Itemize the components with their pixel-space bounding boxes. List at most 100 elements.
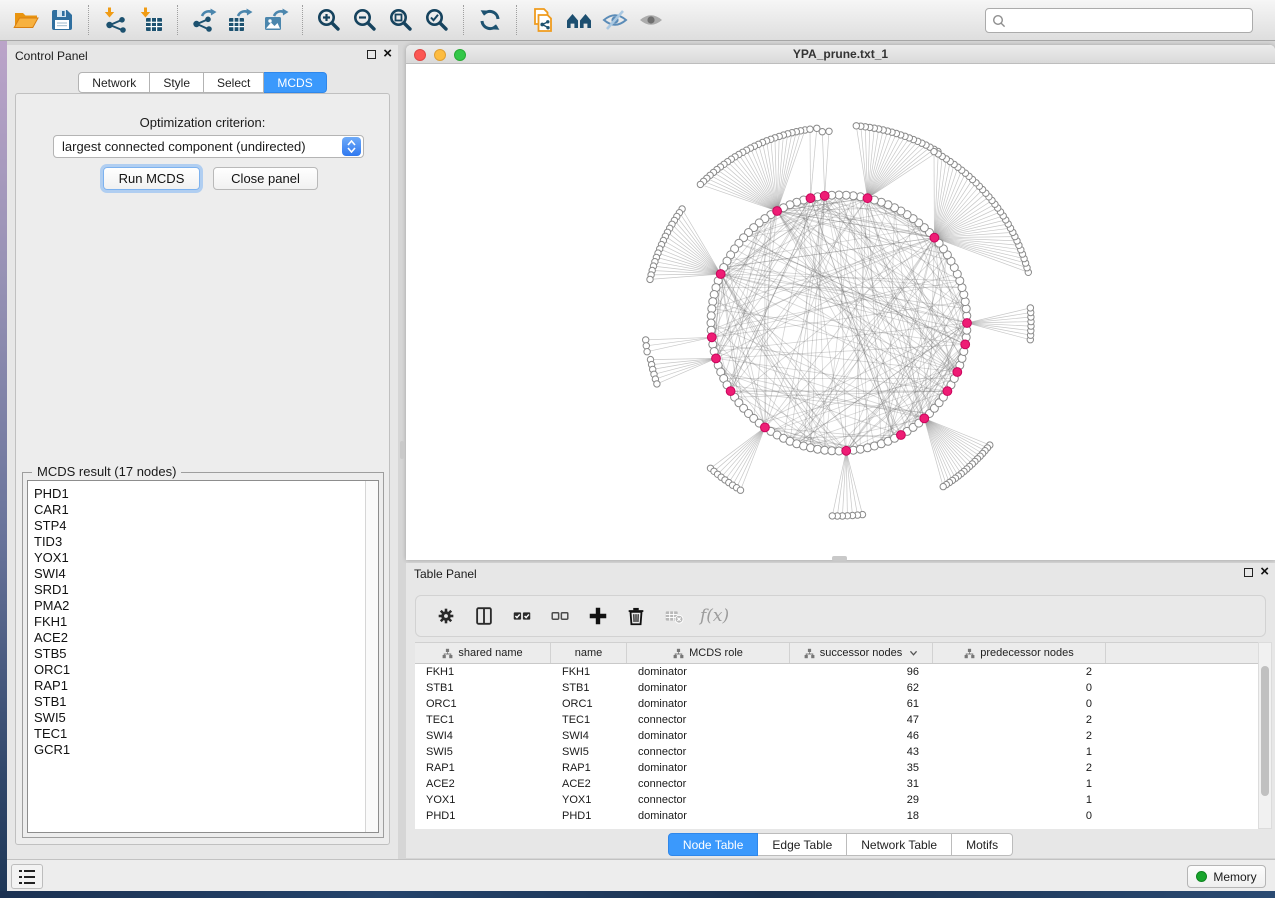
table-row[interactable]: SWI4SWI4dominator462 <box>415 728 1258 744</box>
mcds-result-item[interactable]: STB5 <box>34 646 378 662</box>
column-header-predecessor-nodes[interactable]: predecessor nodes <box>933 643 1106 663</box>
mcds-hub-node[interactable] <box>930 233 939 242</box>
sort-chevron-icon[interactable] <box>909 650 918 657</box>
table-row[interactable]: RAP1RAP1dominator352 <box>415 760 1258 776</box>
zoom-out-button[interactable] <box>347 3 383 37</box>
table-row[interactable]: STB1STB1dominator620 <box>415 680 1258 696</box>
refresh-layout-button[interactable] <box>472 3 508 37</box>
mcds-result-item[interactable]: SRD1 <box>34 582 378 598</box>
import-network-button[interactable] <box>97 3 133 37</box>
mcds-hub-node[interactable] <box>806 194 815 203</box>
table-cell[interactable]: ORC1 <box>415 698 551 710</box>
table-cell[interactable]: 61 <box>790 698 933 710</box>
close-window-icon[interactable] <box>414 49 426 61</box>
table-settings-button[interactable] <box>432 602 460 630</box>
zoom-selected-button[interactable] <box>419 3 455 37</box>
mcds-result-item[interactable]: TID3 <box>34 534 378 550</box>
table-cell[interactable]: FKH1 <box>551 666 627 678</box>
mcds-hub-node[interactable] <box>953 368 962 377</box>
table-cell[interactable]: 29 <box>790 794 933 806</box>
run-mcds-button[interactable]: Run MCDS <box>103 167 200 190</box>
table-cell[interactable]: RAP1 <box>415 762 551 774</box>
criterion-dropdown[interactable]: largest connected component (undirected) <box>53 135 364 158</box>
tab-mcds[interactable]: MCDS <box>264 72 326 93</box>
add-column-button[interactable] <box>584 602 612 630</box>
tab-network-table[interactable]: Network Table <box>847 833 952 856</box>
table-cell[interactable]: TEC1 <box>551 714 627 726</box>
mcds-result-item[interactable]: STB1 <box>34 694 378 710</box>
import-table-button[interactable] <box>133 3 169 37</box>
table-row[interactable]: ACE2ACE2connector311 <box>415 776 1258 792</box>
table-cell[interactable]: 2 <box>933 714 1106 726</box>
table-cell[interactable]: 96 <box>790 666 933 678</box>
table-cell[interactable]: ORC1 <box>551 698 627 710</box>
table-cell[interactable]: YOX1 <box>415 794 551 806</box>
table-cell[interactable]: connector <box>627 714 790 726</box>
close-panel-button[interactable]: Close panel <box>213 167 318 190</box>
satellite-node[interactable] <box>644 349 650 355</box>
table-cell[interactable]: RAP1 <box>551 762 627 774</box>
mcds-result-item[interactable]: CAR1 <box>34 502 378 518</box>
zoom-fit-button[interactable] <box>383 3 419 37</box>
mcds-hub-node[interactable] <box>820 191 829 200</box>
ring-node[interactable] <box>961 298 969 306</box>
mcds-hub-node[interactable] <box>897 431 906 440</box>
deselect-all-button[interactable] <box>546 602 574 630</box>
table-cell[interactable]: dominator <box>627 730 790 742</box>
satellite-node[interactable] <box>940 483 946 489</box>
function-builder-button[interactable]: f(x) <box>700 606 729 626</box>
table-cell[interactable]: SWI5 <box>551 746 627 758</box>
mcds-result-item[interactable]: SWI5 <box>34 710 378 726</box>
mcds-result-item[interactable]: ACE2 <box>34 630 378 646</box>
mcds-result-item[interactable]: GCR1 <box>34 742 378 758</box>
mcds-result-item[interactable]: ORC1 <box>34 662 378 678</box>
tab-style[interactable]: Style <box>150 72 204 93</box>
tab-select[interactable]: Select <box>204 72 264 93</box>
zoom-in-button[interactable] <box>311 3 347 37</box>
mcds-result-item[interactable]: STP4 <box>34 518 378 534</box>
task-history-button[interactable] <box>11 864 43 889</box>
network-window-titlebar[interactable]: YPA_prune.txt_1 <box>406 45 1275 64</box>
satellite-node[interactable] <box>1027 305 1033 311</box>
table-cell[interactable]: 46 <box>790 730 933 742</box>
mcds-hub-node[interactable] <box>842 446 851 455</box>
show-all-button[interactable] <box>633 3 669 37</box>
satellite-node[interactable] <box>807 126 813 132</box>
tab-network[interactable]: Network <box>78 72 150 93</box>
ring-node[interactable] <box>807 444 815 452</box>
mcds-result-item[interactable]: PMA2 <box>34 598 378 614</box>
tab-motifs[interactable]: Motifs <box>952 833 1013 856</box>
column-header-name[interactable]: name <box>551 643 627 663</box>
mcds-hub-node[interactable] <box>943 387 952 396</box>
table-cell[interactable]: 35 <box>790 762 933 774</box>
delete-column-button[interactable] <box>622 602 650 630</box>
mcds-result-item[interactable]: TEC1 <box>34 726 378 742</box>
open-file-button[interactable] <box>8 3 44 37</box>
table-cell[interactable]: dominator <box>627 666 790 678</box>
delete-table-button[interactable] <box>660 602 688 630</box>
satellite-node[interactable] <box>829 513 835 519</box>
table-cell[interactable]: SWI5 <box>415 746 551 758</box>
table-row[interactable]: PHD1PHD1dominator180 <box>415 808 1258 824</box>
table-scrollbar-thumb[interactable] <box>1261 666 1269 796</box>
table-cell[interactable]: 18 <box>790 810 933 822</box>
table-row[interactable]: ORC1ORC1dominator610 <box>415 696 1258 712</box>
export-table-button[interactable] <box>222 3 258 37</box>
satellite-node[interactable] <box>853 123 859 129</box>
satellite-node[interactable] <box>643 337 649 343</box>
mcds-hub-node[interactable] <box>863 194 872 203</box>
table-cell[interactable]: YOX1 <box>551 794 627 806</box>
satellite-node[interactable] <box>931 148 937 154</box>
table-cell[interactable]: 2 <box>933 666 1106 678</box>
table-cell[interactable]: connector <box>627 778 790 790</box>
tab-edge-table[interactable]: Edge Table <box>758 833 847 856</box>
close-panel-icon[interactable]: × <box>383 48 392 60</box>
table-cell[interactable]: 1 <box>933 778 1106 790</box>
table-cell[interactable]: SWI4 <box>415 730 551 742</box>
table-cell[interactable]: 2 <box>933 730 1106 742</box>
satellite-node[interactable] <box>819 129 825 135</box>
satellite-node[interactable] <box>826 128 832 134</box>
table-row[interactable]: YOX1YOX1connector291 <box>415 792 1258 808</box>
first-neighbors-button[interactable] <box>561 3 597 37</box>
satellite-node[interactable] <box>647 276 653 282</box>
